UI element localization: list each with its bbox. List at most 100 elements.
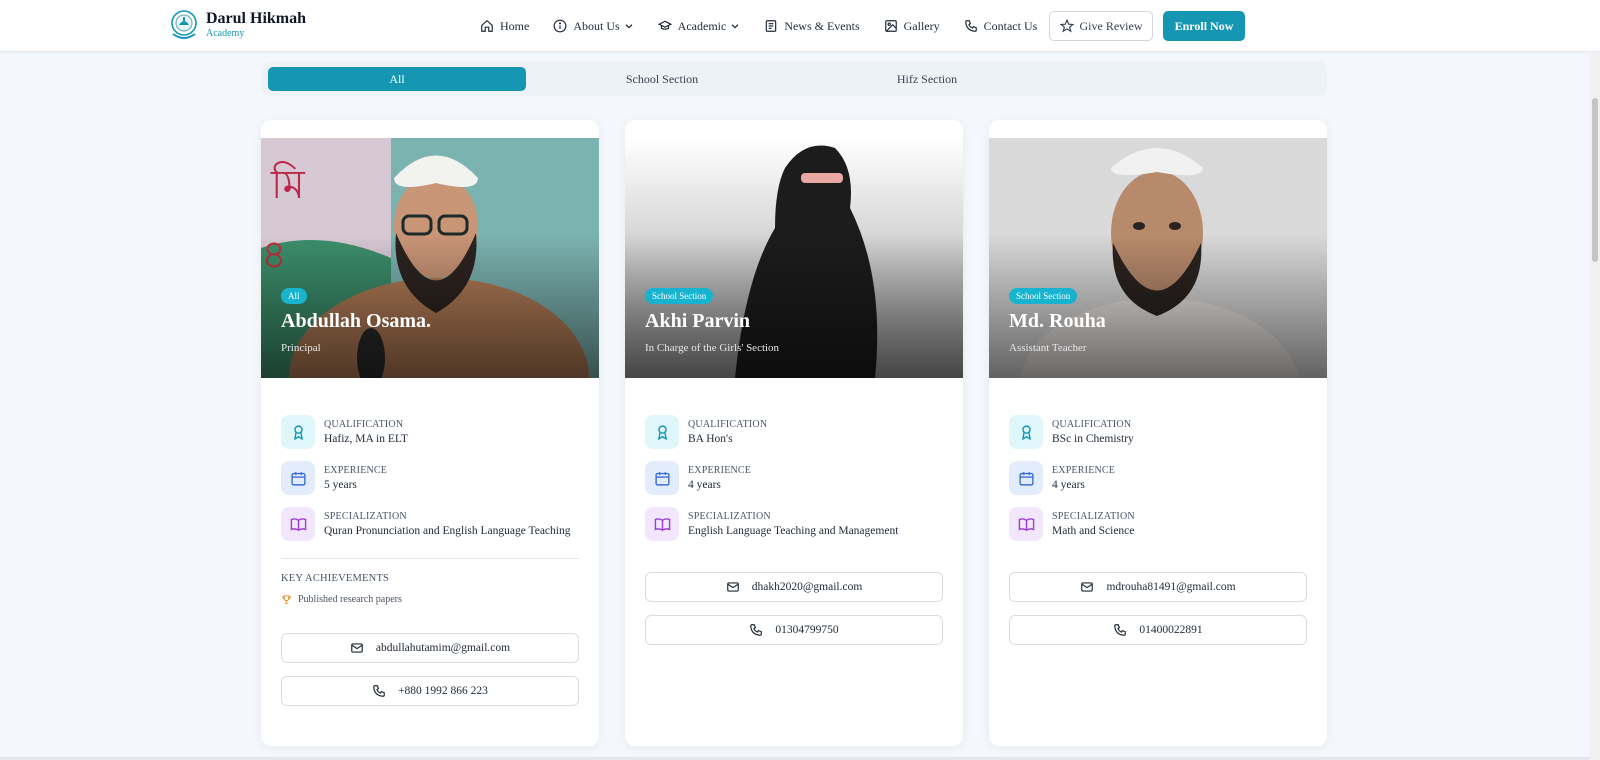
phone-button[interactable]: 01400022891 [1009, 615, 1307, 645]
qualification-value: BSc in Chemistry [1052, 432, 1134, 445]
teacher-role: In Charge of the Girls' Section [645, 342, 780, 354]
nav-about-us[interactable]: About Us [553, 19, 633, 34]
nav-academic-label: Academic [677, 18, 727, 33]
card-divider [281, 558, 579, 559]
specialization-label: SPECIALIZATION [688, 510, 771, 522]
achievement-item: Published research papers [281, 594, 402, 605]
award-icon [645, 415, 679, 449]
specialization-row: SPECIALIZATION English Language Teaching… [645, 506, 945, 542]
image-icon [884, 20, 897, 32]
experience-value: 4 years [1052, 478, 1085, 491]
qualification-label: QUALIFICATION [688, 418, 768, 430]
specialization-row: SPECIALIZATION Quran Pronunciation and E… [281, 506, 581, 542]
brand-name: Darul Hikmah [206, 10, 307, 27]
give-review-label: Give Review [1079, 18, 1143, 33]
email-text: abdullahutamim@gmail.com [375, 642, 511, 654]
phone-icon [373, 685, 385, 697]
home-icon [481, 19, 493, 32]
qualification-row: QUALIFICATION Hafiz, MA in ELT [281, 414, 581, 450]
nav-contact-us-label: Contact Us [983, 18, 1038, 33]
section-badge: School Section [645, 288, 714, 304]
phone-icon [1114, 624, 1127, 636]
teacher-photo: School Section Akhi Parvin In Charge of … [625, 138, 963, 378]
nav-news-events-label: News & Events [784, 18, 860, 33]
qualification-label: QUALIFICATION [1052, 418, 1132, 430]
experience-value: 4 years [688, 478, 721, 491]
graduation-cap-icon [657, 20, 672, 30]
nav-academic[interactable]: Academic [657, 18, 741, 34]
mail-icon [1081, 582, 1094, 592]
experience-label: EXPERIENCE [688, 464, 752, 476]
teacher-name: Akhi Parvin [645, 310, 751, 332]
nav-gallery[interactable]: Gallery [884, 19, 940, 34]
nav-news-events[interactable]: News & Events [764, 18, 860, 34]
book-icon [281, 507, 315, 541]
email-button[interactable]: dhakh2020@gmail.com [645, 572, 943, 602]
key-achievements-heading: KEY ACHIEVEMENTS [281, 573, 390, 584]
qualification-label: QUALIFICATION [324, 418, 404, 430]
main-nav: Home About Us Academic News & Events Gal… [480, 0, 1061, 52]
phone-icon [964, 20, 977, 32]
teacher-card: মি ৪ All Abdullah Osama. Principal QUALI… [261, 120, 599, 746]
brand-subtitle: Academy [206, 28, 245, 39]
specialization-label: SPECIALIZATION [324, 510, 407, 522]
newspaper-icon [766, 20, 777, 32]
teacher-name: Abdullah Osama. [281, 310, 432, 332]
chevron-down-icon [731, 24, 739, 29]
email-button[interactable]: abdullahutamim@gmail.com [281, 633, 579, 663]
section-badge: All [281, 288, 307, 304]
chevron-down-icon [625, 24, 633, 29]
mail-icon [726, 582, 739, 592]
section-filter-tabs: All School Section Hifz Section [262, 62, 1327, 96]
phone-text: 01400022891 [1139, 624, 1203, 636]
nav-contact-us[interactable]: Contact Us [964, 18, 1038, 34]
nav-home-label: Home [500, 18, 530, 33]
experience-label: EXPERIENCE [1052, 464, 1116, 476]
experience-label: EXPERIENCE [324, 464, 388, 476]
experience-row: EXPERIENCE 4 years [1009, 460, 1309, 496]
teacher-photo: মি ৪ All Abdullah Osama. Principal [261, 138, 599, 378]
specialization-value: Quran Pronunciation and English Language… [324, 524, 571, 537]
site-logo[interactable]: Darul Hikmah Academy [168, 8, 306, 42]
award-icon [281, 415, 315, 449]
experience-row: EXPERIENCE 5 years [281, 460, 581, 496]
tab-all[interactable]: All [268, 67, 526, 91]
trophy-icon [282, 595, 291, 604]
tab-hifz-section[interactable]: Hifz Section [798, 67, 1056, 91]
experience-value: 5 years [324, 478, 357, 491]
page-scrollbar[interactable] [1590, 52, 1600, 760]
phone-button[interactable]: +880 1992 866 223 [281, 676, 579, 706]
info-icon [553, 19, 567, 33]
nav-about-us-label: About Us [573, 18, 620, 33]
tab-school-section[interactable]: School Section [533, 67, 791, 91]
specialization-value: English Language Teaching and Management [688, 524, 899, 537]
experience-row: EXPERIENCE 4 years [645, 460, 945, 496]
phone-button[interactable]: 01304799750 [645, 615, 943, 645]
qualification-row: QUALIFICATION BA Hon's [645, 414, 945, 450]
qualification-value: BA Hon's [688, 432, 733, 445]
teacher-card: School Section Akhi Parvin In Charge of … [625, 120, 963, 746]
star-icon [1059, 19, 1074, 33]
calendar-icon [645, 461, 679, 495]
scrollbar-thumb[interactable] [1592, 98, 1598, 262]
phone-text: +880 1992 866 223 [398, 685, 488, 697]
specialization-label: SPECIALIZATION [1052, 510, 1135, 522]
enroll-now-button[interactable]: Enroll Now [1163, 11, 1245, 41]
calendar-icon [281, 461, 315, 495]
mail-icon [351, 643, 363, 653]
qualification-value: Hafiz, MA in ELT [324, 432, 408, 445]
section-badge: School Section [1009, 288, 1078, 304]
email-text: mdrouha81491@gmail.com [1106, 581, 1236, 593]
nav-home[interactable]: Home [480, 19, 529, 34]
email-button[interactable]: mdrouha81491@gmail.com [1009, 572, 1307, 602]
teacher-name: Md. Rouha [1009, 310, 1106, 332]
teacher-role: Assistant Teacher [1009, 342, 1087, 354]
phone-icon [750, 624, 763, 636]
achievement-text: Published research papers [298, 594, 402, 605]
give-review-button[interactable]: Give Review [1049, 11, 1153, 41]
book-icon [1009, 507, 1043, 541]
calendar-icon [1009, 461, 1043, 495]
teacher-photo: School Section Md. Rouha Assistant Teach… [989, 138, 1327, 378]
phone-text: 01304799750 [775, 624, 839, 636]
nav-gallery-label: Gallery [903, 18, 940, 33]
